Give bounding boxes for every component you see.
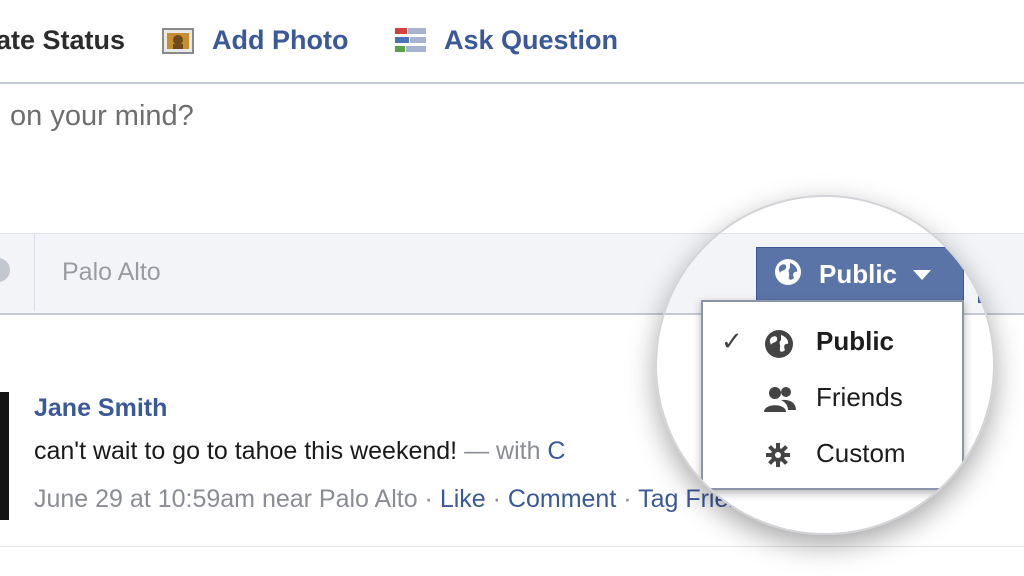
story-message: can't wait to go to tahoe this weekend! … — [34, 437, 565, 466]
like-link[interactable]: Like — [440, 485, 486, 513]
tab-add-photo[interactable]: Add Photo — [162, 22, 348, 58]
privacy-option-friends[interactable]: Friends — [703, 372, 962, 424]
gear-icon — [763, 440, 795, 470]
story-text: can't wait to go to tahoe this weekend! — [34, 437, 458, 465]
globe-icon — [763, 328, 795, 358]
tab-ask-question[interactable]: Ask Question — [394, 22, 618, 58]
chevron-down-icon — [913, 270, 932, 280]
globe-icon — [773, 257, 803, 292]
story-timestamp: June 29 at 10:59am near Palo Alto — [34, 485, 418, 513]
privacy-option-public[interactable]: ✓ Public — [703, 316, 962, 368]
checkmark-icon: ✓ — [721, 326, 743, 356]
tab-update-status-label: ate Status — [0, 24, 126, 55]
story-author-link[interactable]: Jane Smith — [34, 394, 167, 423]
photo-icon — [162, 26, 194, 54]
privacy-dropdown-button[interactable]: Public — [756, 247, 964, 301]
location-divider — [34, 234, 35, 311]
question-icon — [394, 26, 426, 54]
composer-divider — [0, 82, 1024, 84]
tab-ask-question-label: Ask Question — [444, 24, 619, 55]
story-tagged-link[interactable]: C — [547, 437, 565, 465]
privacy-option-custom-label: Custom — [816, 438, 906, 468]
friends-icon — [763, 384, 796, 414]
privacy-option-public-label: Public — [816, 326, 895, 356]
privacy-option-friends-label: Friends — [816, 382, 903, 412]
location-input[interactable]: Palo Alto — [62, 258, 161, 287]
feed-divider — [0, 546, 1024, 547]
post-button[interactable] — [978, 247, 993, 303]
story-with-text: — with — [464, 437, 541, 465]
tab-add-photo-label: Add Photo — [212, 24, 349, 55]
privacy-selected-label: Public — [819, 258, 898, 289]
status-input[interactable]: on your mind? — [10, 100, 194, 133]
tab-update-status[interactable]: ate Status — [0, 22, 125, 58]
privacy-menu: ✓ Public Friends Custom — [701, 300, 964, 490]
magnifier-lens: Public ✓ Public Friends Custom — [655, 195, 995, 535]
comment-link[interactable]: Comment — [508, 485, 616, 513]
privacy-option-custom[interactable]: Custom — [703, 428, 962, 480]
avatar[interactable] — [0, 392, 9, 520]
